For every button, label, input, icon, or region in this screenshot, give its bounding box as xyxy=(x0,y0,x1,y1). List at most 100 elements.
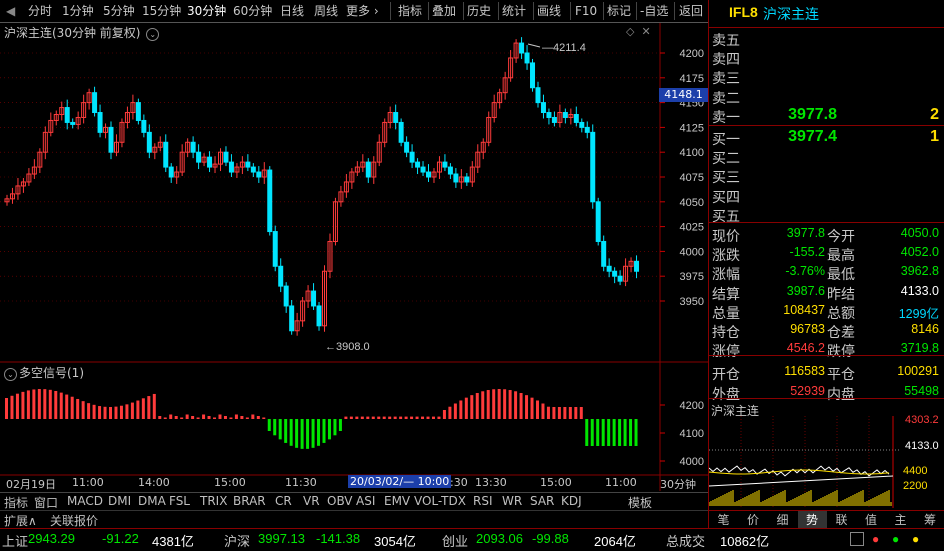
period-tab-30min[interactable]: 30分钟 xyxy=(187,3,226,19)
indicator-bar xyxy=(262,418,265,420)
tool-overlay-button[interactable]: 叠加 xyxy=(432,3,456,19)
indicator-tab[interactable]: BRAR xyxy=(233,494,266,508)
indicator-tab[interactable]: 模板 xyxy=(628,494,652,511)
connect-icon[interactable]: ● xyxy=(892,532,899,546)
tool-f10-button[interactable]: F10 xyxy=(575,3,597,19)
quote-tab[interactable]: 主 xyxy=(886,511,915,529)
indicator-bar xyxy=(109,407,112,419)
candle-body xyxy=(246,162,250,167)
indicator-bar xyxy=(427,417,430,419)
toolbar-left-arrow-icon[interactable]: ◀ xyxy=(6,3,15,19)
indicator-bar xyxy=(361,417,364,419)
indicator-bar xyxy=(147,396,150,419)
indicator-tab[interactable]: DMA xyxy=(138,494,166,508)
indicator-tab[interactable]: CR xyxy=(275,494,292,508)
indicator-tab[interactable]: SAR xyxy=(530,494,554,508)
indicator-tab[interactable]: TRIX xyxy=(200,494,227,508)
quote-tab[interactable]: 细 xyxy=(768,511,797,529)
indicator-tab[interactable]: VR xyxy=(303,494,320,508)
related-quotes-tab[interactable]: 关联报价 xyxy=(50,512,98,529)
period-tab-daily[interactable]: 日线 xyxy=(280,3,304,19)
period-tab-fenshi[interactable]: 分时 xyxy=(28,3,52,19)
index-amount: 4381亿 xyxy=(152,531,194,550)
tool-indicator-button[interactable]: 指标 xyxy=(398,3,422,19)
quote-tab[interactable]: 价 xyxy=(739,511,768,529)
indicator-tab[interactable]: OBV xyxy=(327,494,353,508)
indicator-tab[interactable]: ASI xyxy=(356,494,375,508)
tool-watchlist-button[interactable]: -自选 xyxy=(640,3,668,19)
indicator-bar xyxy=(251,415,254,420)
indicator-tab[interactable]: DMI xyxy=(108,494,131,508)
orderbook-label: 卖二 xyxy=(712,88,740,108)
indicator-tabs: 指标窗口 MACD DMI DMAFSL TRIX BRAR CR VR OBVASI EMV VO… xyxy=(0,492,708,511)
indicator-tab[interactable]: 指标 xyxy=(4,494,28,511)
quote-tab[interactable]: 值 xyxy=(857,511,886,529)
period-tab-weekly[interactable]: 周线 xyxy=(314,3,338,19)
period-tab-5min[interactable]: 5分钟 xyxy=(103,3,135,19)
indicator-bar xyxy=(432,417,435,419)
period-tab-1min[interactable]: 1分钟 xyxy=(62,3,94,19)
indicator-bar xyxy=(443,410,446,419)
indicator-bar xyxy=(32,389,35,419)
indicator-tab[interactable]: MACD xyxy=(67,494,103,508)
indicator-bar xyxy=(87,403,90,419)
quote-tab[interactable]: 笔 xyxy=(709,511,738,529)
tool-mark-button[interactable]: 标记 xyxy=(607,3,631,19)
indicator-bar xyxy=(383,417,386,419)
indicator-bar xyxy=(136,401,139,419)
indicator-bar xyxy=(202,415,205,420)
indicator-bar xyxy=(629,419,632,446)
indicator-bar xyxy=(394,417,397,419)
candle-body xyxy=(136,103,140,121)
period-tab-60min[interactable]: 60分钟 xyxy=(233,3,272,19)
candle-body xyxy=(394,113,398,123)
stat-label: 内盘 xyxy=(827,384,855,404)
quote-tab[interactable]: 筹 xyxy=(916,511,944,529)
stat-value: 4052.0 xyxy=(873,245,939,259)
indicator-bar xyxy=(405,417,408,419)
indicator-bar xyxy=(563,407,566,419)
kline-chart[interactable]: 4200417541504125410040754050402540003975… xyxy=(0,23,708,491)
indicator-bar xyxy=(131,403,134,419)
tool-history-button[interactable]: 历史 xyxy=(467,3,491,19)
indicator-bar xyxy=(114,407,117,419)
indicator-tab[interactable]: VOL-TDX xyxy=(414,494,466,508)
indicator-bar xyxy=(372,417,375,419)
quote-tab[interactable]: 势 xyxy=(798,511,827,529)
stat-value: 8146 xyxy=(873,322,939,336)
expand-tab[interactable]: 扩展∧ xyxy=(4,512,37,529)
candle-body xyxy=(613,271,617,276)
indicator-dropdown-icon[interactable]: ⌄ xyxy=(4,368,17,381)
alert-icon[interactable]: ● xyxy=(872,532,879,546)
candle-body xyxy=(273,232,277,267)
index-amount: 3054亿 xyxy=(374,531,416,550)
indicator-tab[interactable]: 窗口 xyxy=(34,494,58,511)
time-label: 14:00 xyxy=(138,476,170,489)
orderbook-label: 卖三 xyxy=(712,68,740,88)
indicator-bar xyxy=(525,395,528,419)
window-icon[interactable] xyxy=(850,532,864,546)
indicator-bar xyxy=(437,417,440,419)
period-tab-15min[interactable]: 15分钟 xyxy=(142,3,181,19)
tool-stats-button[interactable]: 统计 xyxy=(502,3,526,19)
indicator-tab[interactable]: RSI xyxy=(473,494,493,508)
indicator-tab[interactable]: KDJ xyxy=(561,494,582,508)
candle-body xyxy=(93,93,97,113)
indicator-tab[interactable]: FSL xyxy=(169,494,190,508)
candle-body xyxy=(366,162,370,177)
candle-body xyxy=(563,113,567,118)
indicator-bar xyxy=(213,418,216,420)
indicator-tab[interactable]: EMV xyxy=(384,494,410,508)
tool-back-button[interactable]: 返回 xyxy=(679,3,703,19)
indicator-bar xyxy=(350,417,353,419)
restore-icon[interactable]: ◇ xyxy=(626,25,634,38)
period-tab-more[interactable]: 更多 › xyxy=(346,3,379,19)
indicator-tab[interactable]: WR xyxy=(502,494,522,508)
close-icon[interactable]: ✕ xyxy=(641,25,650,38)
candle-body xyxy=(552,117,556,122)
chart-dropdown-icon[interactable]: ⌄ xyxy=(146,28,159,41)
indicator-bar xyxy=(10,396,13,419)
settings-icon[interactable]: ● xyxy=(912,532,919,546)
quote-tab[interactable]: 联 xyxy=(827,511,856,529)
tool-draw-button[interactable]: 画线 xyxy=(537,3,561,19)
